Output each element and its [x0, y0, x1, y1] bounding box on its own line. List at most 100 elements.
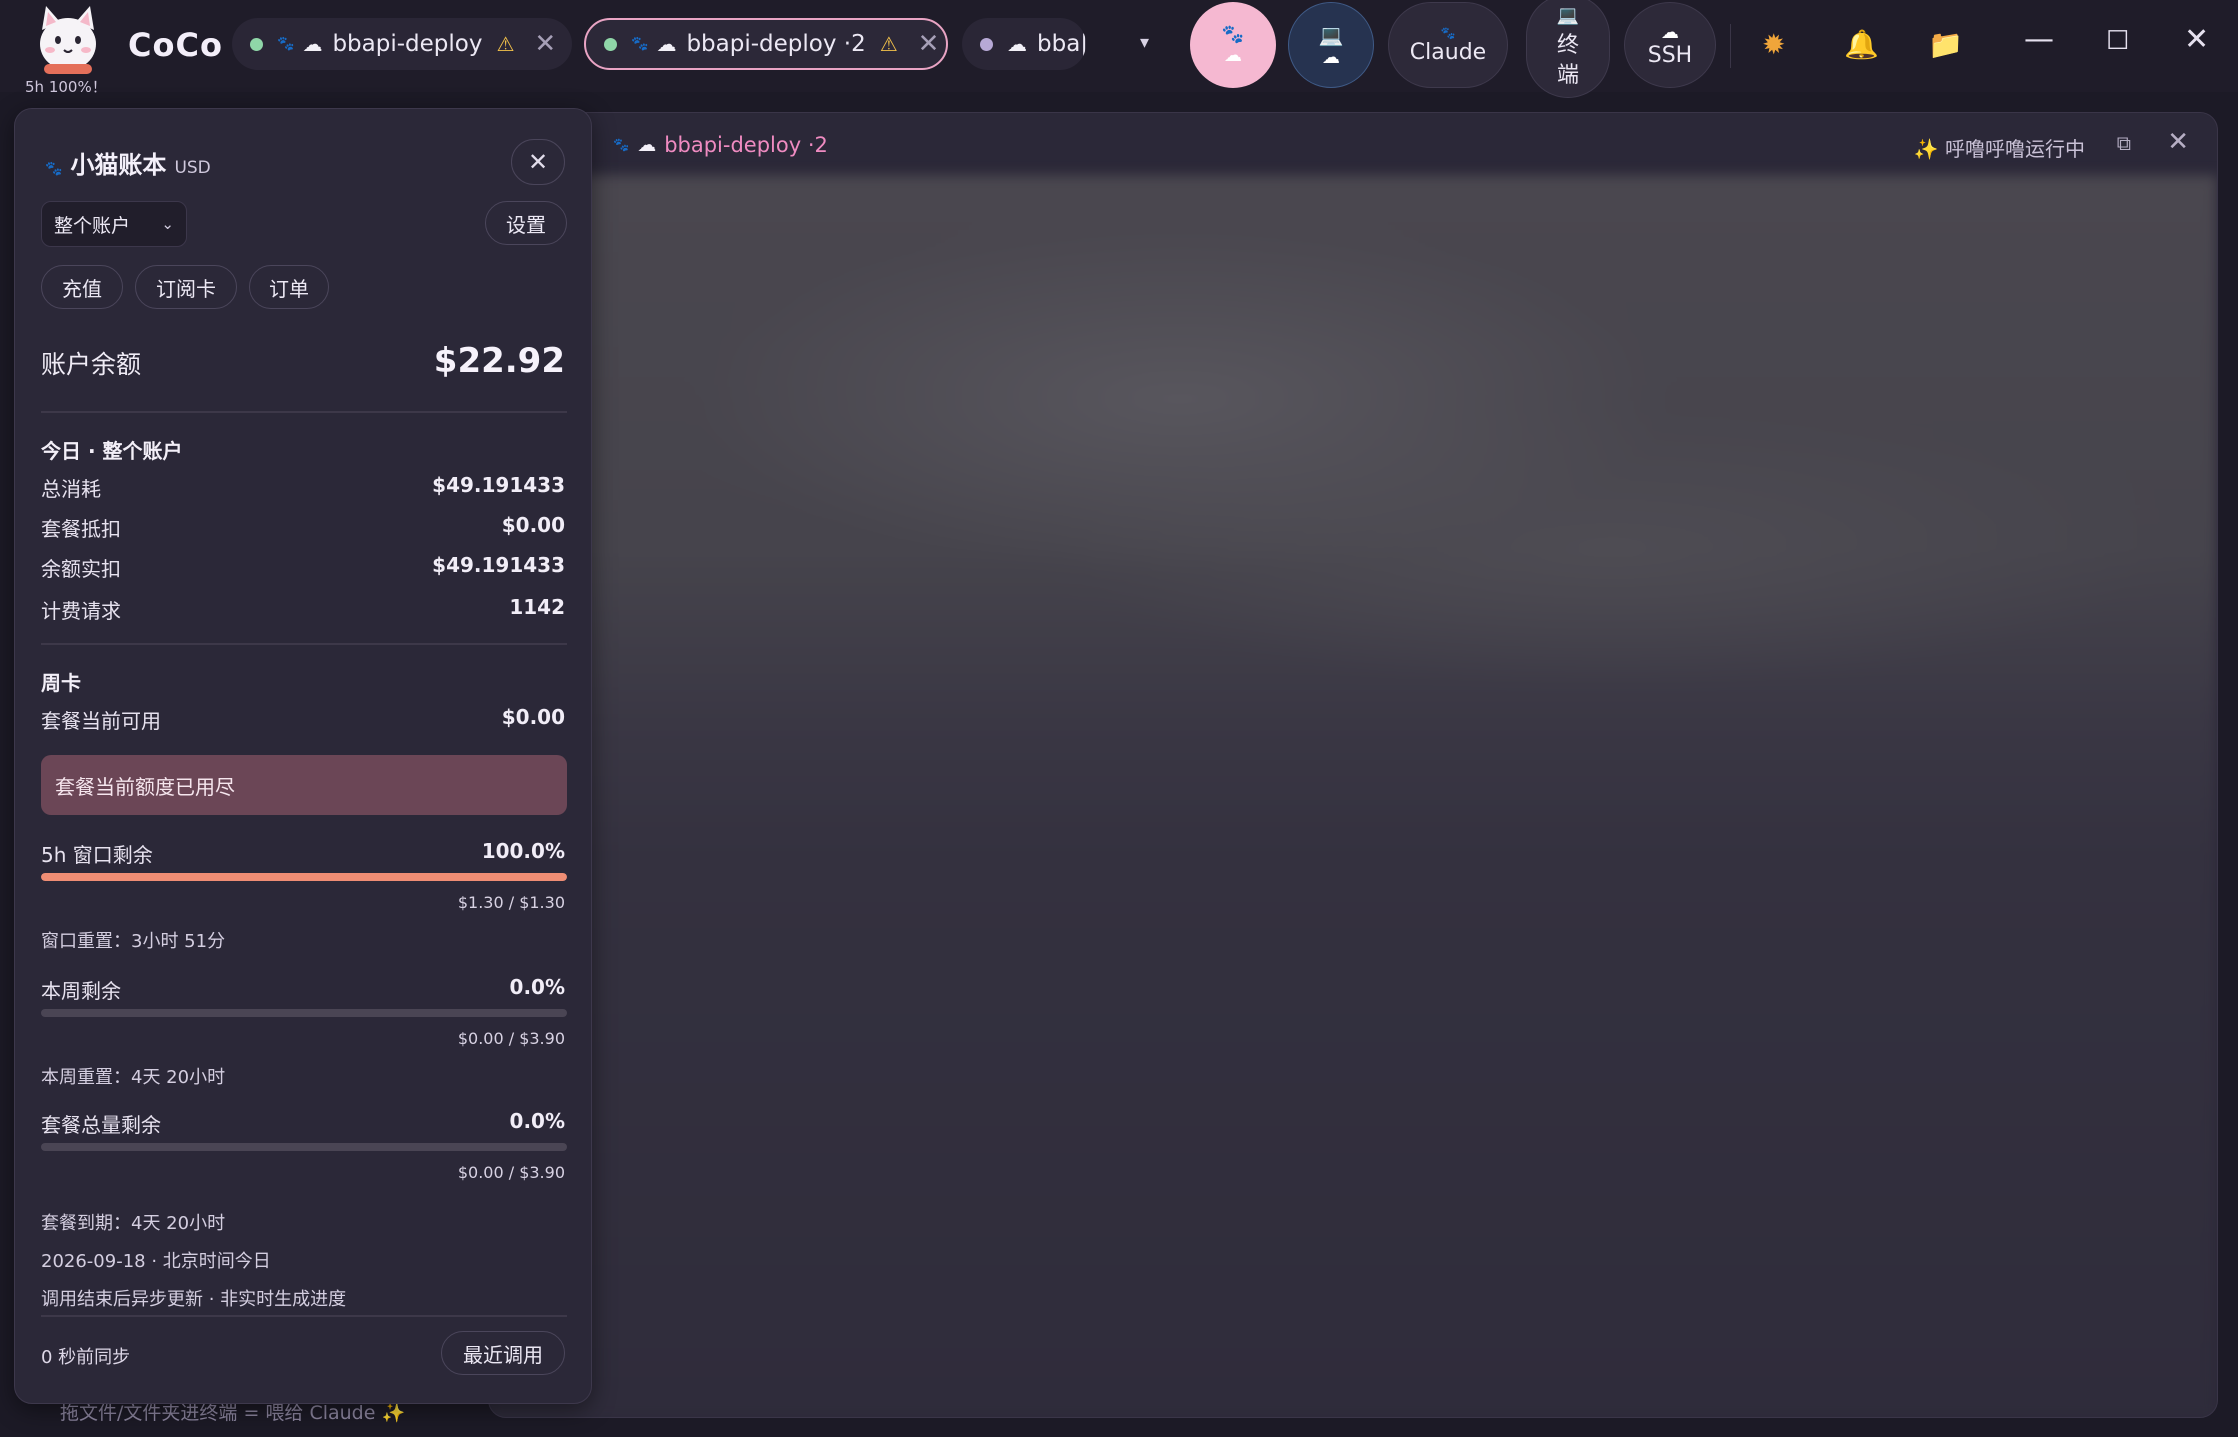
subscription-button[interactable]: 订阅卡	[135, 265, 237, 309]
terminal-button[interactable]: 💻 终 端	[1526, 0, 1610, 98]
week-remaining-label: 本周剩余	[41, 979, 121, 1003]
plan-available-label: 套餐当前可用	[41, 709, 161, 733]
close-window-icon[interactable]: ✕	[2184, 22, 2209, 57]
status-dot-icon	[604, 37, 617, 51]
close-tab-icon[interactable]: ✕	[918, 29, 940, 59]
total-progress-bar	[41, 1143, 567, 1151]
maximize-icon[interactable]: ☐	[2106, 26, 2129, 56]
settings-button[interactable]: 设置	[485, 201, 567, 245]
cloud-icon: ☁	[302, 32, 323, 56]
window-remaining-label: 5h 窗口剩余	[41, 843, 153, 867]
laptop-button[interactable]: 💻 ☁	[1288, 2, 1374, 88]
plan-available-value: $0.00	[501, 705, 565, 729]
cloud-icon: ☁	[1224, 45, 1242, 66]
balance-value: $22.92	[433, 341, 565, 381]
window-reset: 窗口重置：3小时 51分	[41, 931, 226, 952]
divider	[41, 1315, 567, 1317]
paw-icon: 🐾	[613, 137, 630, 153]
close-account-button[interactable]: ✕	[511, 139, 565, 185]
terminal-label-1: 终	[1556, 33, 1579, 58]
terminal-title: 🐾 ☁ bbapi-deploy ·2	[613, 133, 828, 157]
bell-icon[interactable]: 🔔	[1844, 28, 1879, 61]
terminal-header: 🐾 ☁ bbapi-deploy ·2 ✨ 呼噜呼噜运行中 ⧉ ✕	[489, 113, 2217, 175]
week-reset: 本周重置：4天 20小时	[41, 1067, 226, 1088]
cat-logo-icon	[40, 6, 96, 74]
folder-icon[interactable]: 📁	[1928, 28, 1963, 61]
today-section-title: 今日 · 整个账户	[41, 439, 183, 463]
cloud-icon: ☁	[1661, 22, 1679, 43]
scope-select[interactable]: 整个账户 ⌄	[41, 201, 187, 247]
tab-bbapi-deploy-2[interactable]: 🐾 ☁ bbapi-deploy ·2 ⚠ ✕	[584, 18, 948, 70]
ssh-button[interactable]: ☁ SSH	[1624, 2, 1716, 88]
app-status: 5h 100%！	[25, 78, 107, 96]
total-spend-label: 总消耗	[41, 477, 101, 501]
tab-label: bbapi-deploy	[332, 31, 483, 57]
week-remaining-percent: 0.0%	[509, 975, 565, 999]
minimize-icon[interactable]: —	[2024, 22, 2054, 57]
tab-label: bbapi-deploy ·2	[686, 31, 866, 57]
topup-button[interactable]: 充值	[41, 265, 123, 309]
sync-status: 0 秒前同步	[41, 1347, 131, 1368]
close-tab-icon[interactable]: ✕	[534, 29, 556, 59]
weekly-card-title: 周卡	[41, 671, 81, 695]
tab-bbapi-deploy[interactable]: 🐾 ☁ bbapi-deploy ⚠ ✕	[232, 18, 572, 70]
divider	[41, 411, 567, 413]
week-progress-bar	[41, 1009, 567, 1017]
terminal-content-blurred[interactable]	[489, 175, 2217, 1417]
orders-button[interactable]: 订单	[249, 265, 329, 309]
currency-label: USD	[174, 158, 211, 178]
paw-icon: 🐾	[1440, 25, 1456, 40]
total-amount: $0.00 / $3.90	[457, 1163, 565, 1182]
restore-icon[interactable]: ⧉	[2117, 131, 2131, 155]
cloud-icon: ☁	[637, 134, 657, 156]
account-title: 小猫账本	[70, 151, 167, 179]
chevron-down-icon: ⌄	[161, 215, 174, 233]
paw-icon: 🐾	[277, 36, 295, 52]
date-line: 2026-09-18 · 北京时间今日	[41, 1251, 271, 1272]
balance-deduction-label: 余额实扣	[41, 557, 121, 581]
claude-label: Claude	[1409, 39, 1487, 65]
scope-select-value: 整个账户	[54, 214, 131, 237]
paw-button[interactable]: 🐾 ☁	[1190, 2, 1276, 88]
terminal-label-2: 端	[1556, 63, 1579, 88]
cloud-icon: ☁	[1007, 32, 1027, 56]
running-status: ✨ 呼噜呼噜运行中	[1913, 137, 2085, 161]
balance-deduction-value: $49.191433	[432, 553, 565, 577]
paw-icon: 🐾	[631, 36, 649, 52]
warning-icon: ⚠	[496, 32, 515, 56]
recent-calls-button[interactable]: 最近调用	[441, 1331, 565, 1375]
balance-label: 账户余额	[41, 350, 142, 379]
window-amount: $1.30 / $1.30	[457, 893, 565, 912]
status-dot-icon	[980, 37, 993, 51]
quota-exhausted-notice: 套餐当前额度已用尽	[41, 755, 567, 815]
billed-requests-label: 计费请求	[41, 599, 121, 623]
paw-icon: 🐾	[1221, 24, 1245, 45]
terminal-panel: 🐾 ☁ bbapi-deploy ·2 ✨ 呼噜呼噜运行中 ⧉ ✕	[488, 112, 2218, 1418]
paw-icon: 🐾	[45, 161, 63, 177]
account-panel: 🐾 小猫账本 USD ✕ 整个账户 ⌄ 设置 充值 订阅卡 订单 账户余额 $2…	[14, 108, 592, 1404]
window-progress-fill	[41, 873, 567, 881]
status-dot-icon	[250, 37, 263, 51]
window-remaining-percent: 100.0%	[481, 839, 565, 863]
claude-button[interactable]: 🐾 Claude	[1388, 2, 1508, 88]
plan-deduction-value: $0.00	[501, 513, 565, 537]
tab-bba[interactable]: ☁ bba|	[962, 18, 1086, 70]
toolbar-divider	[1730, 24, 1731, 68]
cloud-icon: ☁	[1322, 46, 1340, 68]
laptop-icon: 💻	[1318, 22, 1344, 47]
divider	[41, 643, 567, 645]
cloud-icon: ☁	[656, 32, 677, 56]
total-remaining-percent: 0.0%	[509, 1109, 565, 1133]
plan-expiry: 套餐到期：4天 20小时	[41, 1213, 226, 1234]
window-progress-bar	[41, 873, 567, 881]
tab-dropdown-icon[interactable]: ▾	[1140, 32, 1149, 53]
sun-icon[interactable]: ✹	[1762, 28, 1785, 61]
app-name: CoCo	[128, 26, 223, 64]
terminal-title-label: bbapi-deploy ·2	[664, 133, 828, 157]
warning-icon: ⚠	[879, 32, 898, 56]
close-panel-icon[interactable]: ✕	[2167, 127, 2189, 157]
ssh-label: SSH	[1647, 43, 1693, 68]
tab-label: bba|	[1037, 31, 1086, 57]
laptop-icon: 💻	[1556, 5, 1580, 26]
plan-deduction-label: 套餐抵扣	[41, 517, 121, 541]
